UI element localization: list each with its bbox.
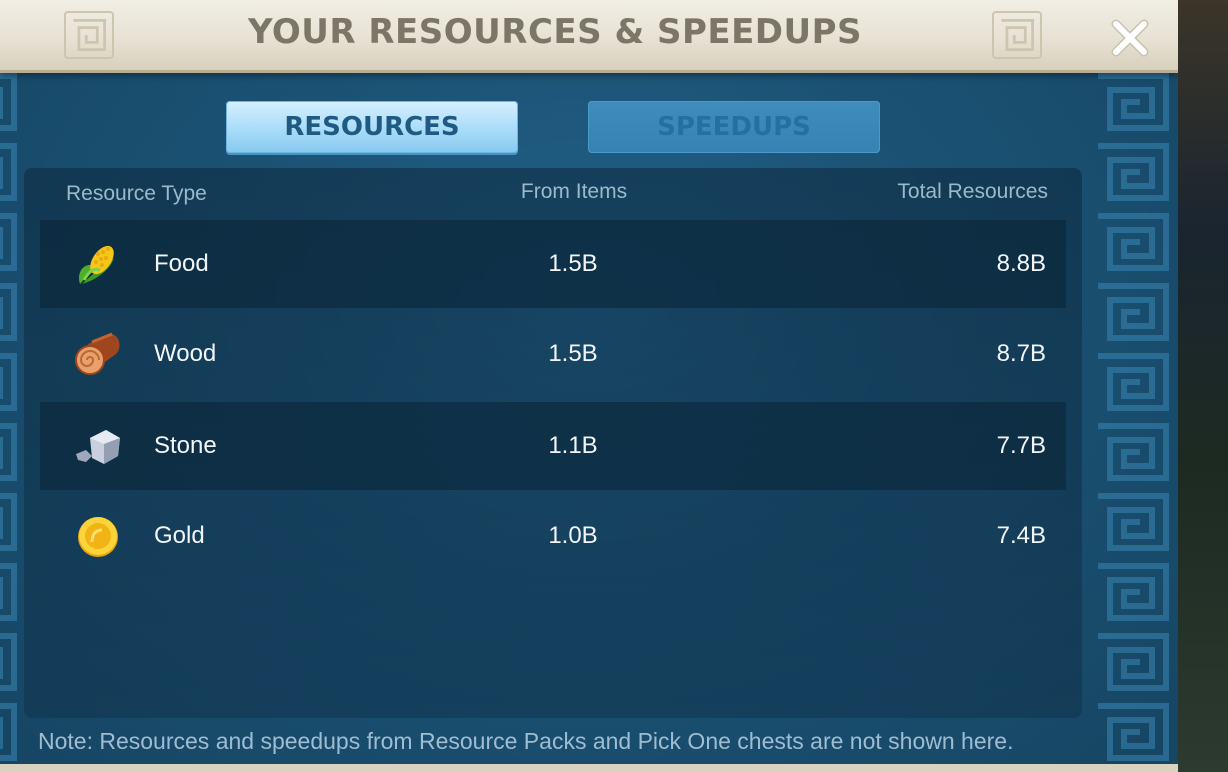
log-icon <box>75 332 120 375</box>
greek-key-border-right <box>1088 70 1176 770</box>
resource-name: Wood <box>154 340 217 367</box>
table-row-food: Food 1.5B 8.8B <box>40 220 1066 308</box>
resource-name: Stone <box>154 432 217 459</box>
stone-icon <box>76 430 120 464</box>
resource-name: Food <box>154 250 209 277</box>
from-items-value: 1.0B <box>548 522 598 549</box>
from-items-value: 1.5B <box>548 250 598 277</box>
key-ornament-icon <box>992 11 1042 59</box>
total-resources-value: 7.4B <box>996 522 1046 549</box>
tab-resources[interactable]: RESOURCES <box>226 101 518 153</box>
close-icon[interactable] <box>1106 14 1154 62</box>
column-header-resource-type: Resource Type <box>66 182 207 205</box>
background-scene-strip <box>1178 0 1228 772</box>
dialog-title: YOUR RESOURCES & SPEEDUPS <box>247 12 863 52</box>
gold-coin-icon <box>78 517 118 557</box>
footer-note: Note: Resources and speedups from Resour… <box>38 728 1014 754</box>
total-resources-value: 8.7B <box>996 340 1046 367</box>
title-bar: YOUR RESOURCES & SPEEDUPS <box>0 0 1178 73</box>
from-items-value: 1.5B <box>548 340 598 367</box>
resource-name: Gold <box>154 522 205 549</box>
table-row-stone: Stone 1.1B 7.7B <box>40 402 1066 490</box>
column-header-from-items: From Items <box>520 180 628 203</box>
corn-icon <box>79 245 114 284</box>
tab-speedups[interactable]: SPEEDUPS <box>588 101 880 153</box>
greek-key-border-left <box>0 70 24 770</box>
dialog-bottom-edge <box>0 764 1178 772</box>
table-row-gold: Gold 1.0B 7.4B <box>40 492 1066 580</box>
resources-dialog: YOUR RESOURCES & SPEEDUPS RESOURCES SPEE… <box>0 0 1178 772</box>
total-resources-value: 8.8B <box>996 250 1046 277</box>
total-resources-value: 7.7B <box>996 432 1046 459</box>
from-items-value: 1.1B <box>548 432 598 459</box>
column-header-total-resources: Total Resources <box>897 180 1048 203</box>
table-row-wood: Wood 1.5B 8.7B <box>40 310 1066 398</box>
